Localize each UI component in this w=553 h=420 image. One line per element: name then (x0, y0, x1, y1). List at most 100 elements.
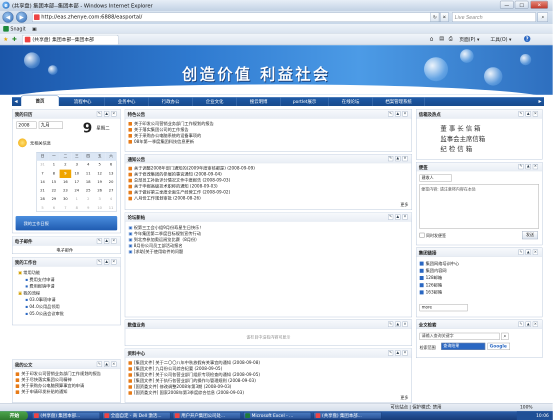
nav-tab-search[interactable]: 搜云明博 (237, 97, 281, 106)
calendar-day[interactable]: 10 (71, 170, 82, 179)
panel-collapse-icon[interactable]: ▲ (104, 259, 110, 265)
calendar-day[interactable]: 4 (83, 161, 94, 170)
calendar-day[interactable]: 31 (37, 161, 48, 170)
list-item[interactable]: 08年第一季度集团科技信息更新 (128, 139, 296, 145)
chairman-mailbox-link[interactable]: 董 事 长 信 箱 (440, 123, 485, 133)
more-links-select[interactable]: more (419, 304, 468, 312)
panel-collapse-icon[interactable]: ▲ (395, 156, 401, 162)
work-report-link[interactable]: 我的工作日报 (24, 221, 49, 227)
calendar-day[interactable]: 12 (94, 170, 105, 179)
calendar-day[interactable]: 6 (105, 161, 116, 170)
calendar-day[interactable]: 13 (105, 170, 116, 179)
google-button[interactable]: Google (487, 342, 510, 350)
panel-close-icon[interactable]: ✕ (532, 249, 538, 255)
tools-menu[interactable]: 工具(O) ▾ (490, 36, 511, 43)
nav-tab-portlet[interactable]: portlet展示 (281, 97, 329, 106)
supervisor-mailbox-link[interactable]: 监事会主席信箱 (440, 134, 485, 144)
calendar-day[interactable]: 23 (60, 187, 71, 196)
panel-close-icon[interactable]: ✕ (402, 111, 408, 117)
panel-close-icon[interactable]: ✕ (111, 361, 117, 367)
note-textarea[interactable]: 便签内容: 请注意将内容在本处 (419, 184, 539, 229)
taskbar-item[interactable]: (共享盘) 集团本部... (32, 412, 100, 420)
list-item[interactable]: 126邮箱 (419, 282, 508, 289)
print-icon[interactable]: ⎙ (449, 36, 453, 42)
panel-close-icon[interactable]: ✕ (402, 156, 408, 162)
home-icon[interactable]: ⌂ (430, 36, 434, 42)
tree-item[interactable]: ▪ 04.0公用品领用 (18, 304, 64, 311)
send-button[interactable]: 发送 (522, 231, 538, 240)
calendar-day[interactable]: 26 (94, 187, 105, 196)
calendar-day[interactable]: 5 (37, 204, 48, 213)
year-select[interactable]: 2008 (16, 121, 37, 129)
calendar-day[interactable]: 19 (94, 178, 105, 187)
zoom-level[interactable]: 100% (520, 404, 533, 411)
also-send-checkbox[interactable] (419, 232, 425, 238)
calendar-day[interactable]: 11 (105, 204, 116, 213)
calendar-day[interactable]: 24 (71, 187, 82, 196)
calendar-day[interactable]: 10 (94, 204, 105, 213)
month-select[interactable]: 九月 (38, 121, 63, 129)
panel-collapse-icon[interactable]: ▲ (525, 249, 531, 255)
list-item[interactable]: 关于申请印发补贴的通知 (15, 389, 118, 395)
more-link[interactable]: 更多 (400, 201, 408, 207)
maximize-button[interactable]: □ (514, 0, 529, 9)
minimize-button[interactable]: — (500, 0, 514, 9)
panel-collapse-icon[interactable]: ▲ (104, 238, 110, 244)
panel-close-icon[interactable]: ✕ (402, 321, 408, 327)
taskbar-item[interactable]: 用户开户集团公司处... (172, 412, 241, 420)
calendar-day[interactable]: 9 (83, 204, 94, 213)
panel-collapse-icon[interactable]: ▲ (395, 321, 401, 327)
list-item[interactable]: [国资委文件] 国家2008年第3季度综合信息 (2008-09-03) (128, 390, 368, 396)
tree-item[interactable]: ▪ 费用报销申请 (18, 283, 64, 290)
panel-settings-icon[interactable]: ✎ (388, 214, 394, 220)
list-item[interactable]: 集团网络培训中心 (419, 260, 508, 267)
calendar-day[interactable]: 1 (71, 195, 82, 204)
calendar-day[interactable]: 27 (105, 187, 116, 196)
calendar-day[interactable]: 15 (48, 178, 59, 187)
nav-tab-culture[interactable]: 企业文化 (193, 97, 237, 106)
panel-settings-icon[interactable]: ✎ (96, 238, 102, 244)
forward-button[interactable]: ▶ (16, 11, 28, 23)
calendar-day[interactable]: 28 (37, 195, 48, 204)
list-item[interactable]: 八月份工作规划审批 (2008-08-26) (128, 196, 368, 202)
panel-settings-icon[interactable]: ✎ (518, 321, 524, 327)
nav-tab-process[interactable]: 流程中心 (61, 97, 105, 106)
taskbar-item[interactable]: (共享盘) 集团本部... (313, 412, 382, 420)
stop-button[interactable]: ✕ (440, 12, 449, 22)
tree-folder[interactable]: ▣ 我的流程 (18, 290, 64, 297)
panel-close-icon[interactable]: ✕ (111, 238, 117, 244)
recipient-select[interactable]: 建收人 (419, 174, 452, 182)
calendar-day[interactable]: 7 (60, 204, 71, 213)
panel-collapse-icon[interactable]: ▲ (525, 164, 531, 170)
panel-settings-icon[interactable]: ✎ (388, 156, 394, 162)
panel-collapse-icon[interactable]: ▲ (395, 111, 401, 117)
tree-item[interactable]: ▪ 05.0公函会议审批 (18, 310, 64, 317)
add-favorite-icon[interactable]: ✚ (12, 36, 17, 42)
calendar-day[interactable]: 9 (59, 169, 72, 179)
list-item[interactable]: 163邮箱 (419, 289, 508, 296)
page-menu[interactable]: 页面(P) ▾ (459, 36, 479, 43)
panel-collapse-icon[interactable]: ▲ (395, 214, 401, 220)
list-item[interactable]: 集团内容网 (419, 267, 508, 274)
snagit-button[interactable]: Snagit (10, 24, 25, 34)
nav-tab-forum[interactable]: 在线论坛 (329, 97, 373, 106)
calendar-day[interactable]: 11 (83, 170, 94, 179)
address-input[interactable]: http://eas.zhenye.com:6888/easportal/ (32, 12, 440, 22)
tree-item[interactable]: ▪ 费用支付申请 (18, 276, 64, 283)
back-button[interactable]: ◀ (2, 11, 14, 23)
search-icon[interactable]: ⌕ (501, 332, 509, 340)
calendar-day[interactable]: 5 (94, 161, 105, 170)
more-link[interactable]: 更多 (400, 394, 408, 400)
panel-close-icon[interactable]: ✕ (402, 214, 408, 220)
calendar-day[interactable]: 2 (60, 161, 71, 170)
panel-collapse-icon[interactable]: ▲ (525, 321, 531, 327)
panel-settings-icon[interactable]: ✎ (96, 361, 102, 367)
panel-close-icon[interactable]: ✕ (532, 321, 538, 327)
scope-select[interactable]: 查询结果 (441, 342, 486, 350)
list-item[interactable]: 128邮箱 (419, 274, 508, 281)
start-button[interactable]: 开始 (0, 411, 28, 420)
panel-settings-icon[interactable]: ✎ (96, 111, 102, 117)
panel-settings-icon[interactable]: ✎ (518, 164, 524, 170)
close-button[interactable]: ✕ (530, 0, 548, 9)
calendar-day[interactable]: 18 (83, 178, 94, 187)
